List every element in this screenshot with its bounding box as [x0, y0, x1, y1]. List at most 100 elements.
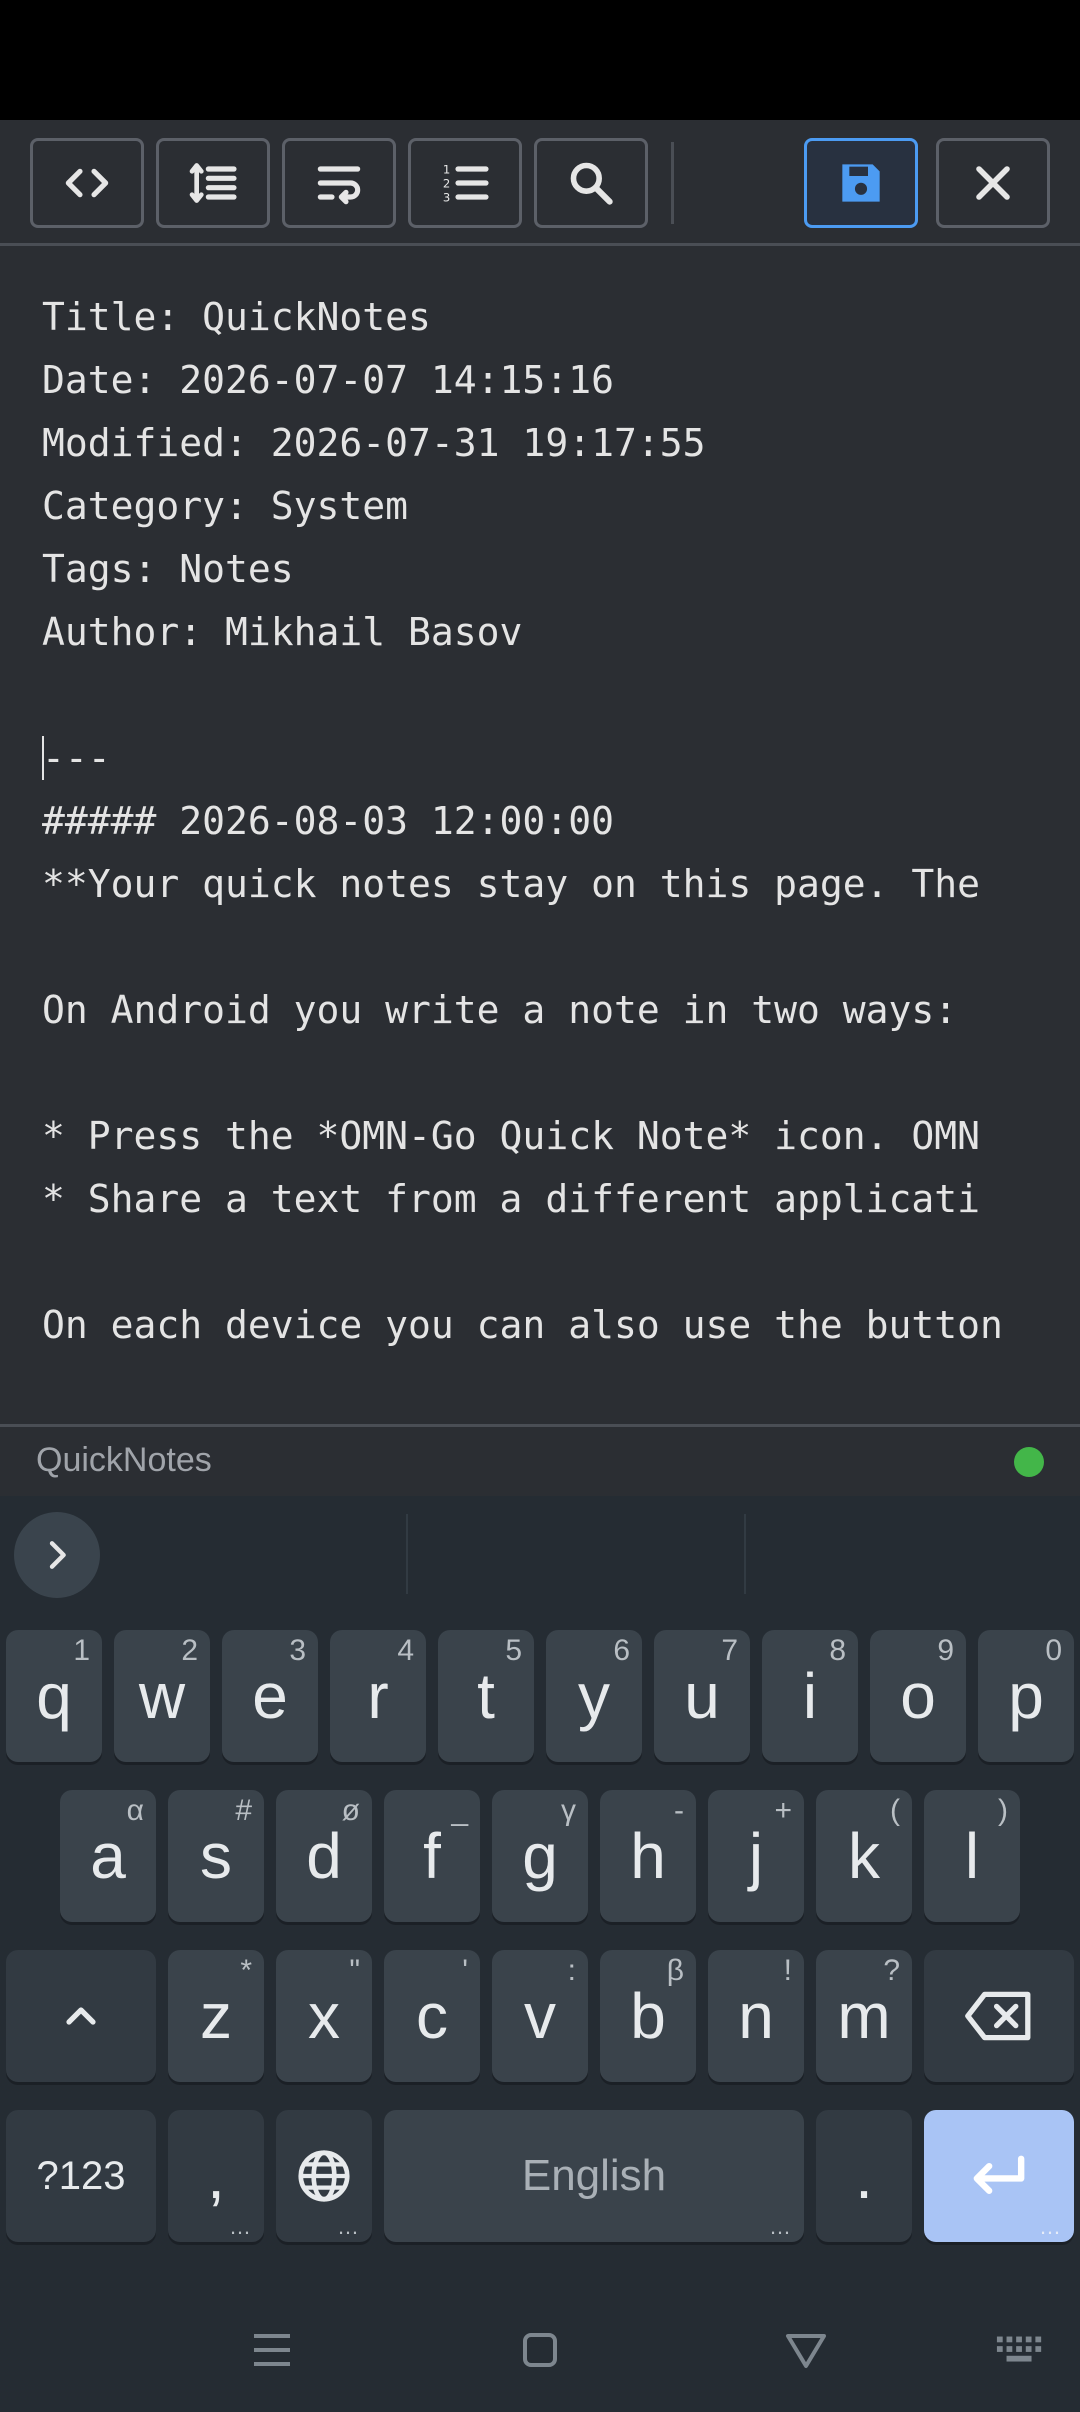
keyboard-switch-button[interactable] [990, 2320, 1050, 2380]
key-u[interactable]: u7 [654, 1630, 750, 1762]
wrap-text-button[interactable] [282, 138, 396, 228]
editor-line: On Android you write a note in two ways: [42, 988, 958, 1032]
save-icon [842, 164, 880, 202]
key-label: l [964, 1820, 980, 1892]
key-label: English [521, 2151, 667, 2200]
key-d[interactable]: dø [276, 1790, 372, 1922]
key-y[interactable]: y6 [546, 1630, 642, 1762]
svg-text:2: 2 [443, 177, 450, 191]
note-title: QuickNotes [36, 1441, 212, 1479]
key-label: b [630, 1980, 666, 2052]
key-hint: 5 [505, 1634, 522, 1667]
key-label: o [900, 1660, 936, 1732]
system-nav-bar [0, 2280, 1080, 2412]
key-z[interactable]: z * [168, 1950, 264, 2082]
key-label: i [802, 1660, 818, 1732]
editor-line: ##### 2026-08-03 12:00:00 [42, 799, 614, 843]
editor-line: Title: QuickNotes [42, 295, 431, 339]
key-f[interactable]: f _ [384, 1790, 480, 1922]
editor-line: On each device you can also use the butt… [42, 1303, 1003, 1347]
key-label: ?123 [36, 2153, 126, 2198]
key-hint: * [240, 1954, 252, 1987]
editor-line: **Your quick notes stay on this page. Th… [42, 862, 980, 906]
key-more-dots: … [769, 2214, 792, 2239]
key-n[interactable]: n! [708, 1950, 804, 2082]
close-button[interactable] [936, 138, 1050, 228]
editor-line: Date: 2026-07-07 14:15:16 [42, 358, 614, 402]
enter-key[interactable]: … [924, 2110, 1074, 2242]
search-button[interactable] [534, 138, 648, 228]
shift-key[interactable] [6, 1950, 156, 2082]
key-label: g [522, 1820, 558, 1892]
comma-key[interactable]: ,… [168, 2110, 264, 2242]
key-hint: 0 [1045, 1634, 1062, 1667]
key-g[interactable]: gγ [492, 1790, 588, 1922]
symbols-key[interactable]: ?123 [6, 2110, 156, 2242]
key-hint: : [567, 1954, 576, 1987]
key-q[interactable]: q1 [6, 1630, 102, 1762]
key-i[interactable]: i8 [762, 1630, 858, 1762]
key-s[interactable]: s # [168, 1790, 264, 1922]
key-m[interactable]: m? [816, 1950, 912, 2082]
period-key[interactable]: . [816, 2110, 912, 2242]
keyboard-toolbar-toggle[interactable] [14, 1512, 100, 1598]
svg-text:1: 1 [443, 163, 450, 177]
key-j[interactable]: j + [708, 1790, 804, 1922]
key-hint: 8 [829, 1634, 846, 1667]
key-hint: β [666, 1954, 684, 1987]
key-hint: ( [890, 1794, 900, 1827]
shift-icon [66, 2007, 96, 2025]
numbered-list-icon: 123 [443, 163, 489, 205]
status-bar [0, 0, 1080, 120]
key-hint: 7 [721, 1634, 738, 1667]
line-numbers-button[interactable]: 123 [408, 138, 522, 228]
line-height-icon [189, 163, 237, 203]
key-w[interactable]: w2 [114, 1630, 210, 1762]
key-label: j [748, 1820, 764, 1892]
key-hint: - [674, 1794, 684, 1827]
key-o[interactable]: o9 [870, 1630, 966, 1762]
key-label: d [306, 1820, 342, 1892]
key-label: t [477, 1660, 495, 1732]
key-k[interactable]: k( [816, 1790, 912, 1922]
key-t[interactable]: t5 [438, 1630, 534, 1762]
key-label: v [524, 1980, 556, 2052]
key-b[interactable]: bβ [600, 1950, 696, 2082]
home-square-icon [523, 2333, 557, 2367]
key-label: y [578, 1660, 610, 1732]
key-v[interactable]: v: [492, 1950, 588, 2082]
editor-content[interactable]: Title: QuickNotes Date: 2026-07-07 14:15… [42, 286, 1003, 1357]
text-editor[interactable]: Title: QuickNotes Date: 2026-07-07 14:15… [0, 246, 1080, 1424]
key-x[interactable]: x " [276, 1950, 372, 2082]
save-button[interactable] [804, 138, 918, 228]
editor-line: --- [42, 736, 111, 780]
key-h[interactable]: h- [600, 1790, 696, 1922]
key-label: r [367, 1660, 389, 1732]
key-label: f [423, 1820, 441, 1892]
key-hint: ø [341, 1794, 360, 1827]
key-hint: γ [561, 1794, 576, 1827]
key-l[interactable]: l) [924, 1790, 1020, 1922]
key-hint: ! [783, 1954, 792, 1987]
key-hint: 4 [397, 1634, 414, 1667]
key-label: s [200, 1820, 232, 1892]
key-label: k [848, 1820, 880, 1892]
key-p[interactable]: p0 [978, 1630, 1074, 1762]
key-a[interactable]: aα [60, 1790, 156, 1922]
recents-button[interactable] [242, 2320, 302, 2380]
key-hint: 1 [73, 1634, 90, 1667]
key-r[interactable]: r4 [330, 1630, 426, 1762]
key-label: h [630, 1820, 666, 1892]
svg-text:3: 3 [443, 191, 450, 205]
back-button[interactable] [776, 2320, 836, 2380]
line-height-button[interactable] [156, 138, 270, 228]
backspace-key[interactable] [924, 1950, 1074, 2082]
language-key[interactable]: … [276, 2110, 372, 2242]
code-view-button[interactable] [30, 138, 144, 228]
key-c[interactable]: c ' [384, 1950, 480, 2082]
backspace-icon [965, 1991, 1031, 2041]
space-key[interactable]: English … [384, 2110, 804, 2242]
key-e[interactable]: e3 [222, 1630, 318, 1762]
keyboard-icon [996, 2336, 1042, 2362]
home-button[interactable] [510, 2320, 570, 2380]
